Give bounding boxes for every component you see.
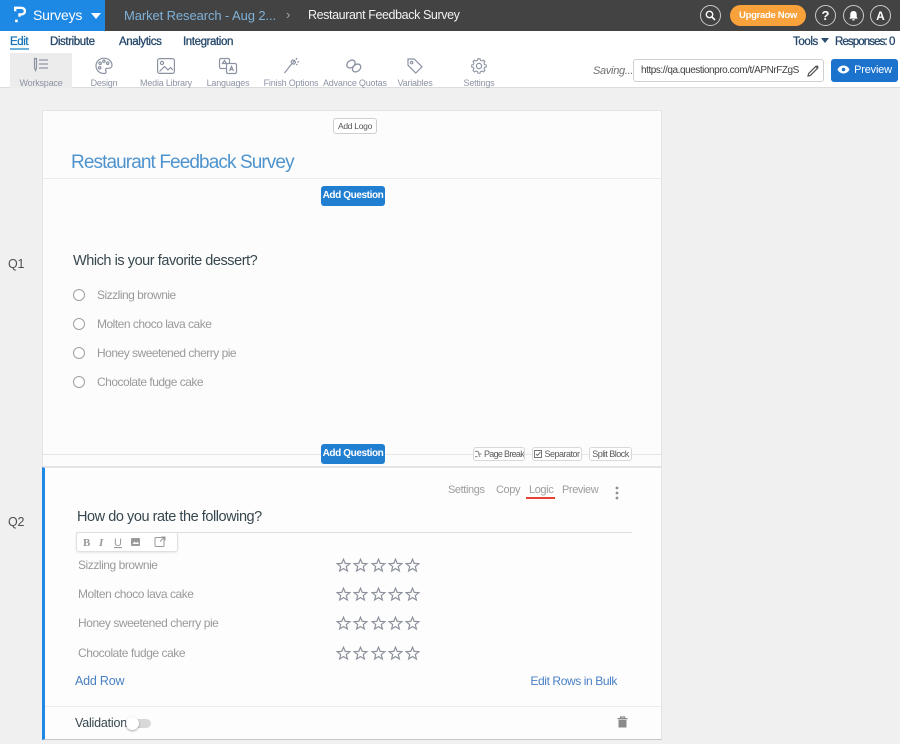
svg-text:I: I	[98, 537, 104, 549]
svg-text:U: U	[114, 537, 122, 549]
svg-text:B: B	[83, 537, 91, 549]
